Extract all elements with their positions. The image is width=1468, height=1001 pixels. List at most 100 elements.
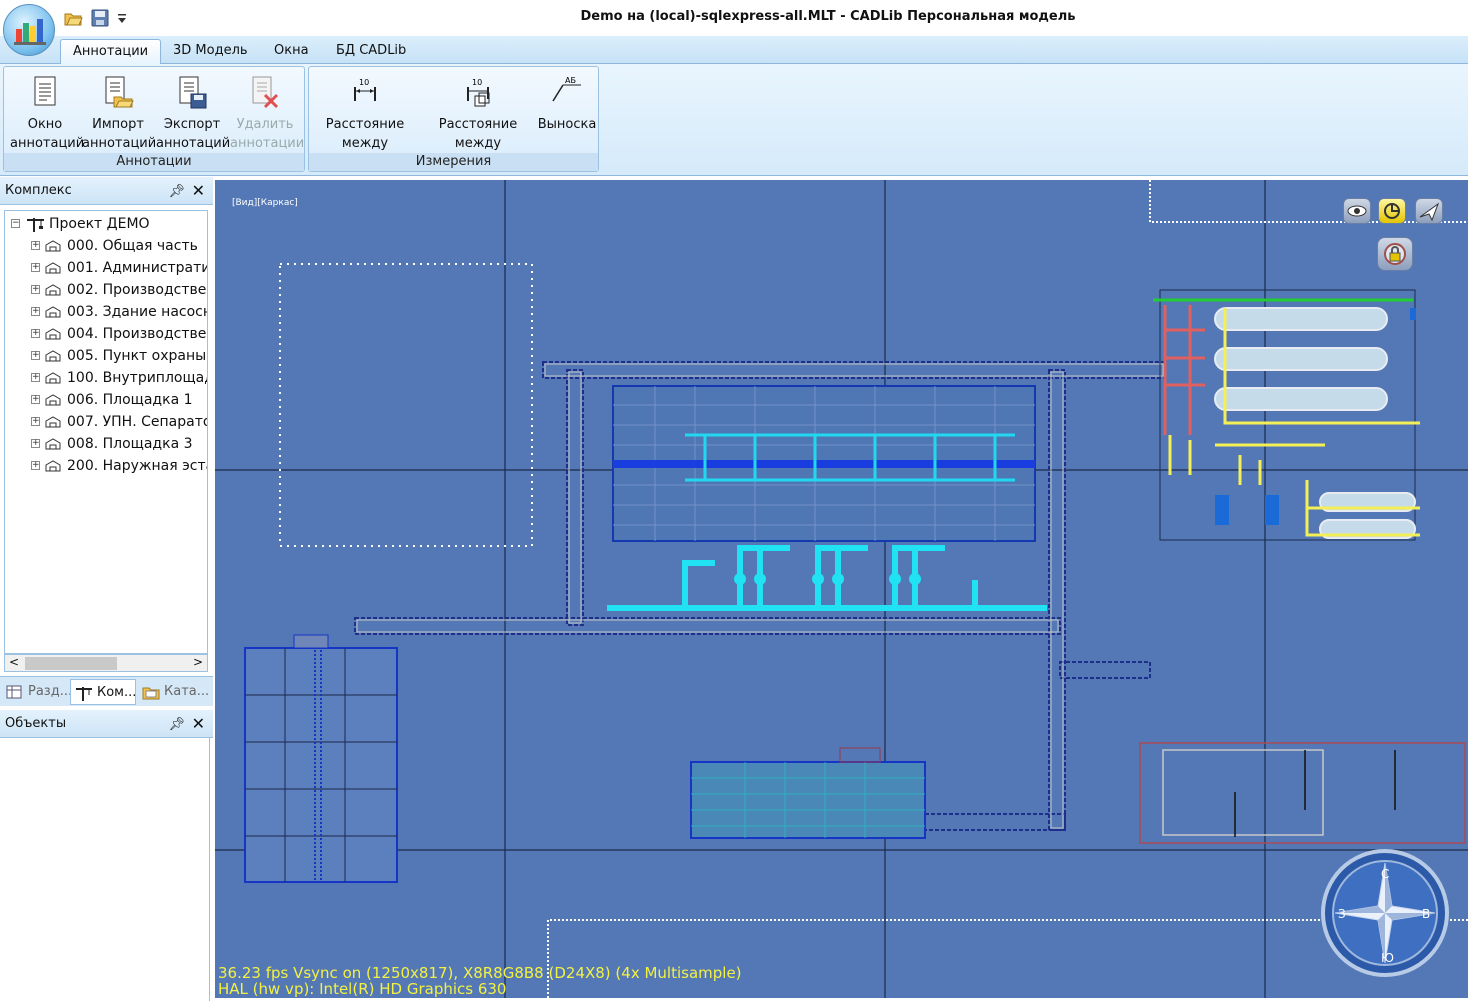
title-bar: Demo на (local)-sqlexpress-all.MLT - CAD… bbox=[0, 0, 1468, 36]
building-icon bbox=[45, 350, 61, 362]
cadlib-logo-icon bbox=[14, 19, 46, 45]
tree-item-label: 008. Площадка 3 bbox=[67, 436, 193, 452]
close-icon[interactable]: ✕ bbox=[192, 177, 205, 205]
building-icon bbox=[45, 306, 61, 318]
process-building bbox=[612, 385, 1036, 542]
navigate-view-button[interactable] bbox=[1378, 198, 1406, 224]
expand-icon[interactable]: + bbox=[31, 395, 40, 404]
compass-south: Ю bbox=[1381, 951, 1394, 965]
icon-text: АБ bbox=[565, 76, 576, 85]
building-icon bbox=[45, 372, 61, 384]
complex-panel-header: Комплекс 📌︎ ✕ bbox=[0, 177, 213, 205]
compass-north: С bbox=[1381, 867, 1389, 881]
tab-annotations[interactable]: Аннотации bbox=[60, 39, 162, 64]
button-label: Импорт bbox=[92, 117, 144, 132]
icon-text: 10 bbox=[359, 78, 369, 87]
crane-icon bbox=[76, 687, 92, 701]
tree-item-label: 000. Общая часть bbox=[67, 238, 198, 254]
catalog-folder-icon bbox=[142, 687, 160, 700]
expand-icon[interactable]: + bbox=[31, 461, 40, 470]
tab-windows[interactable]: Окна bbox=[262, 39, 321, 64]
scrollbar-thumb[interactable] bbox=[25, 657, 117, 670]
view-mode-label[interactable]: [Вид][Каркас] bbox=[232, 198, 298, 208]
objects-panel-body bbox=[0, 738, 210, 1001]
delete-annotations-button[interactable]: Удалить аннотации bbox=[230, 73, 304, 153]
expand-icon[interactable]: + bbox=[31, 439, 40, 448]
eye-view-button[interactable] bbox=[1343, 198, 1371, 224]
fps-line: 36.23 fps Vsync on (1250x817), X8R8G8B8 … bbox=[218, 964, 742, 982]
building-icon bbox=[45, 262, 61, 274]
tree-root-label: Проект ДЕМО bbox=[49, 216, 150, 232]
scroll-left-icon[interactable]: < bbox=[9, 655, 19, 669]
collapse-icon[interactable]: − bbox=[11, 219, 20, 228]
tree-horizontal-scrollbar[interactable]: < > bbox=[4, 654, 208, 672]
ribbon-tab-bar: Аннотации 3D Модель Окна БД CADLib bbox=[0, 36, 1468, 64]
grid-icon bbox=[6, 685, 22, 699]
import-folder-icon bbox=[105, 76, 134, 108]
tab-catalog[interactable]: Ката... bbox=[138, 679, 209, 705]
group-label: Аннотации bbox=[4, 153, 304, 171]
orbit-icon bbox=[1384, 203, 1400, 219]
button-label: Расстояние bbox=[325, 117, 405, 132]
panel-bottom-tabs: Разд... Ком... Ката... bbox=[0, 676, 213, 706]
ribbon-group-measurements: 10 Расстояние между точками 10 Расстояни… bbox=[308, 66, 599, 172]
pin-icon[interactable]: 📌︎ bbox=[168, 711, 185, 739]
building-icon bbox=[45, 284, 61, 296]
building-icon bbox=[45, 240, 61, 252]
compass-widget[interactable]: С Ю В З bbox=[1320, 848, 1450, 978]
tree-item-label: 004. Производствен bbox=[67, 326, 208, 342]
tree-item-label: 100. Внутриплощадо bbox=[67, 370, 208, 386]
panel-title: Объекты bbox=[5, 716, 67, 731]
expand-icon[interactable]: + bbox=[31, 307, 40, 316]
plane-icon bbox=[1419, 202, 1440, 222]
left-building bbox=[244, 634, 398, 883]
callout-button[interactable]: АБ Выноска bbox=[537, 73, 597, 134]
building-icon bbox=[45, 438, 61, 450]
window-title: Demo на (local)-sqlexpress-all.MLT - CAD… bbox=[580, 9, 1076, 24]
expand-icon[interactable]: + bbox=[31, 329, 40, 338]
complex-tree[interactable]: − Проект ДЕМО +000. Общая часть +001. Адм… bbox=[4, 210, 208, 654]
fps-overlay: 36.23 fps Vsync on (1250x817), X8R8G8B8 … bbox=[218, 965, 742, 997]
separator-unit bbox=[1153, 289, 1420, 541]
fly-view-button[interactable] bbox=[1415, 198, 1443, 224]
tab-sections[interactable]: Разд... bbox=[2, 679, 72, 705]
expand-icon[interactable]: + bbox=[31, 373, 40, 382]
button-label: Удалить bbox=[236, 117, 294, 132]
grid-lines bbox=[215, 180, 1468, 998]
export-annotations-button[interactable]: Экспорт аннотаций bbox=[156, 73, 231, 153]
tree-item-label: 200. Наружная эстак bbox=[67, 458, 208, 474]
application-menu-button[interactable] bbox=[3, 4, 55, 56]
pin-icon[interactable]: 📌︎ bbox=[168, 178, 185, 206]
bottom-right-building bbox=[1139, 742, 1466, 844]
distance-points-icon: 10 bbox=[354, 78, 376, 101]
import-annotations-button[interactable]: Импорт аннотаций bbox=[82, 73, 156, 153]
expand-icon[interactable]: + bbox=[31, 263, 40, 272]
pipe-valves bbox=[734, 573, 921, 585]
tab-cadlib-db[interactable]: БД CADLib bbox=[324, 39, 418, 64]
scroll-right-icon[interactable]: > bbox=[193, 655, 203, 669]
button-label: аннотаций bbox=[156, 136, 231, 151]
expand-icon[interactable]: + bbox=[31, 241, 40, 250]
annotation-window-button[interactable]: Окно аннотаций bbox=[10, 73, 84, 153]
site-boundary bbox=[279, 263, 533, 547]
expand-icon[interactable]: + bbox=[31, 417, 40, 426]
tab-complex[interactable]: Ком... bbox=[70, 679, 136, 705]
lock-icon bbox=[1384, 243, 1406, 265]
crane-icon bbox=[27, 218, 44, 232]
building-icon bbox=[45, 416, 61, 428]
document-icon bbox=[34, 76, 56, 106]
cad-drawing bbox=[215, 180, 1468, 998]
tree-item-label: 006. Площадка 1 bbox=[67, 392, 193, 408]
tank-building bbox=[690, 747, 926, 839]
callout-icon: АБ bbox=[552, 76, 581, 102]
renderer-line: HAL (hw vp): Intel(R) HD Graphics 630 bbox=[218, 980, 507, 998]
group-label: Измерения bbox=[309, 153, 598, 171]
button-label: Экспорт bbox=[163, 117, 221, 132]
lock-view-button[interactable] bbox=[1377, 237, 1413, 271]
expand-icon[interactable]: + bbox=[31, 351, 40, 360]
3d-viewport[interactable]: [Вид][Каркас] С Ю В З 36.23 fps Vsync on… bbox=[215, 180, 1468, 998]
close-icon[interactable]: ✕ bbox=[192, 710, 205, 738]
button-label: аннотации bbox=[230, 136, 305, 151]
tab-3d-model[interactable]: 3D Модель bbox=[161, 39, 260, 64]
expand-icon[interactable]: + bbox=[31, 285, 40, 294]
